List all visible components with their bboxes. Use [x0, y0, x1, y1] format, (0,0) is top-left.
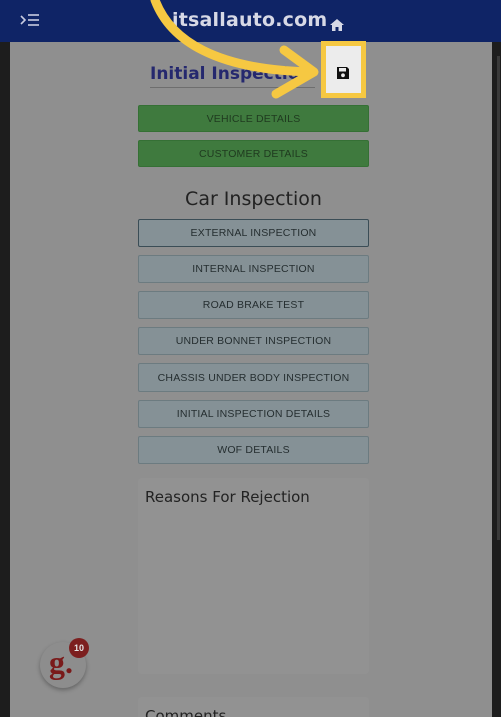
floppy-disk-icon [336, 65, 350, 79]
scrollbar[interactable] [497, 56, 500, 540]
home-icon[interactable] [330, 16, 344, 31]
reasons-for-rejection-label: Reasons For Rejection [145, 488, 310, 506]
customer-details-button[interactable]: CUSTOMER DETAILS [138, 140, 369, 167]
section-title-car-inspection: Car Inspection [185, 188, 322, 210]
initial-inspection-details-button[interactable]: INITIAL INSPECTION DETAILS [138, 400, 369, 428]
menu-collapse-icon[interactable] [20, 12, 40, 28]
top-app-bar: itsallauto.com [0, 0, 501, 42]
notification-count: 10 [69, 638, 89, 658]
external-inspection-button[interactable]: EXTERNAL INSPECTION [138, 219, 369, 247]
under-bonnet-inspection-button[interactable]: UNDER BONNET INSPECTION [138, 327, 369, 355]
road-brake-test-button[interactable]: ROAD BRAKE TEST [138, 291, 369, 319]
site-title[interactable]: itsallauto.com [172, 9, 327, 31]
reasons-for-rejection-field[interactable]: Reasons For Rejection [138, 478, 369, 674]
wof-details-button[interactable]: WOF DETAILS [138, 436, 369, 464]
title-underline [150, 87, 315, 88]
save-button[interactable] [321, 41, 366, 98]
notification-badge-button[interactable]: g. 10 [40, 638, 89, 688]
comments-field[interactable]: Comments [138, 697, 369, 717]
comments-label: Comments [145, 707, 227, 717]
vehicle-details-button[interactable]: VEHICLE DETAILS [138, 105, 369, 132]
chassis-under-body-inspection-button[interactable]: CHASSIS UNDER BODY INSPECTION [138, 363, 369, 392]
page-title: Initial Inspection [150, 64, 312, 84]
internal-inspection-button[interactable]: INTERNAL INSPECTION [138, 255, 369, 283]
